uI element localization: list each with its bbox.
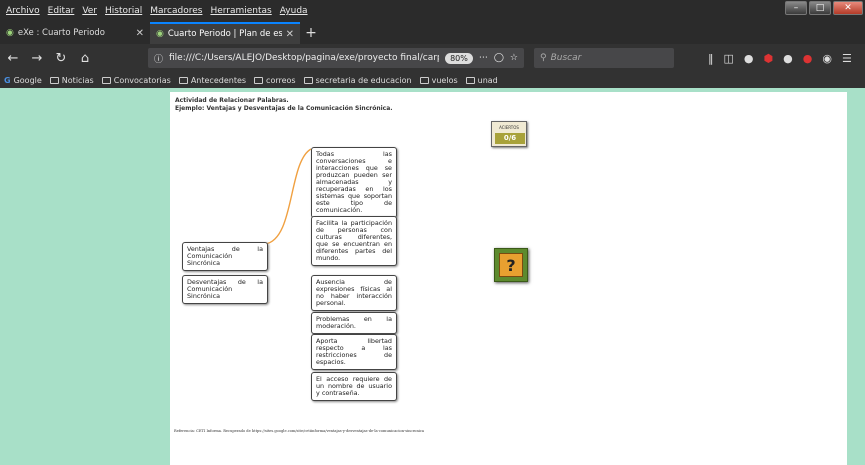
menu-editar[interactable]: Editar [44, 6, 79, 16]
bookmark-label: correos [266, 75, 296, 85]
browser-chrome: Archivo Editar Ver Historial Marcadores … [0, 0, 865, 88]
right-card[interactable]: Aporta libertad respecto a las restricci… [311, 334, 397, 370]
activity-title-line1: Actividad de Relacionar Palabras. [175, 97, 289, 104]
right-card[interactable]: Ausencia de expresiones físicas al no ha… [311, 275, 397, 311]
folder-icon [303, 76, 313, 84]
bookmarks-bar: G Google Noticias Convocatorias Antecede… [0, 72, 865, 88]
close-window-button[interactable]: ✕ [833, 1, 863, 15]
forward-icon[interactable]: → [28, 49, 46, 67]
bookmark-noticias[interactable]: Noticias [49, 75, 94, 85]
score-label: ACIERTOS [499, 125, 519, 130]
menu-icon[interactable]: ☰ [842, 52, 852, 65]
google-icon: G [4, 75, 11, 85]
question-icon: ? [499, 253, 523, 277]
search-icon: ⚲ [540, 53, 547, 63]
folder-icon [465, 76, 475, 84]
menu-bar: Archivo Editar Ver Historial Marcadores … [0, 0, 865, 22]
reload-icon[interactable]: ↻ [52, 49, 70, 67]
bookmark-label: Convocatorias [113, 75, 171, 85]
folder-icon [49, 76, 59, 84]
help-button[interactable]: ? [494, 248, 528, 282]
page-actions-icon[interactable]: ⋯ [479, 53, 488, 63]
tab-title: Cuarto Periodo | Plan de estud [167, 29, 282, 39]
library-icon[interactable]: ‖ [708, 52, 714, 65]
toolbar-icons: ‖ ◫ ● ⬢ ● ● ◉ ☰ [708, 48, 852, 68]
page-content: Actividad de Relacionar Palabras. Ejempl… [170, 92, 847, 465]
maximize-button[interactable]: □ [809, 1, 831, 15]
url-text: file:///C:/Users/ALEJO/Desktop/pagina/ex… [169, 53, 440, 63]
zoom-level[interactable]: 80% [445, 52, 473, 64]
bookmark-label: unad [477, 75, 498, 85]
right-card[interactable]: El acceso requiere de un nombre de usuar… [311, 372, 397, 401]
search-placeholder: Buscar [550, 53, 582, 63]
reference-text: Referencia: CETI Informa. Recuperado de … [174, 429, 425, 433]
tab-exe-cuarto-periodo[interactable]: ◉ eXe : Cuarto Periodo ✕ [0, 22, 150, 44]
folder-icon [178, 76, 188, 84]
close-icon[interactable]: ✕ [286, 29, 294, 40]
bookmark-vuelos[interactable]: vuelos [419, 75, 458, 85]
menu-herramientas[interactable]: Herramientas [206, 6, 275, 16]
menu-archivo[interactable]: Archivo [2, 6, 44, 16]
sidebar-icon[interactable]: ◫ [724, 52, 734, 65]
menu-ver[interactable]: Ver [78, 6, 101, 16]
tab-plan-de-estudio[interactable]: ◉ Cuarto Periodo | Plan de estud ✕ [150, 22, 300, 44]
search-input[interactable]: ⚲ Buscar [534, 48, 674, 68]
right-card[interactable]: Problemas en la moderación. [311, 312, 397, 334]
match-connector-line [264, 148, 312, 245]
minimize-button[interactable]: – [785, 1, 807, 15]
adblock-icon[interactable]: ⬢ [764, 52, 774, 65]
new-tab-button[interactable]: + [300, 22, 322, 44]
bookmark-unad[interactable]: unad [465, 75, 498, 85]
close-icon[interactable]: ✕ [136, 28, 144, 39]
bookmark-star-icon[interactable]: ☆ [510, 53, 518, 63]
score-box: ACIERTOS 0/6 [491, 121, 527, 147]
menu-marcadores[interactable]: Marcadores [146, 6, 206, 16]
page-icon: ◉ [156, 29, 164, 39]
bookmark-correos[interactable]: correos [254, 76, 296, 85]
bookmark-label: Antecedentes [190, 75, 247, 85]
score-value: 0/6 [495, 133, 525, 144]
bookmark-antecedentes[interactable]: Antecedentes [178, 75, 247, 85]
left-card[interactable]: Desventajas de la Comunicación Sincrónic… [182, 275, 268, 304]
menu-ayuda[interactable]: Ayuda [276, 6, 312, 16]
url-bar[interactable]: ⓘ file:///C:/Users/ALEJO/Desktop/pagina/… [148, 48, 524, 68]
bookmark-google[interactable]: G Google [4, 76, 42, 85]
folder-icon [101, 76, 111, 84]
exe-icon: ◉ [6, 28, 14, 38]
folder-icon [254, 76, 264, 84]
extension-icon[interactable]: ◉ [822, 52, 832, 65]
home-icon[interactable]: ⌂ [76, 49, 94, 67]
left-card[interactable]: Ventajas de la Comunicación Sincrónica [182, 242, 268, 271]
right-card[interactable]: Facilita la participación de personas co… [311, 216, 397, 266]
right-card[interactable]: Todas las conversaciones e interacciones… [311, 147, 397, 218]
menu-historial[interactable]: Historial [101, 6, 146, 16]
pocket-icon[interactable]: ◯ [494, 53, 504, 63]
bookmark-label: secretaria de educacion [315, 75, 412, 85]
bookmark-label: Google [13, 75, 42, 85]
info-icon[interactable]: ⓘ [154, 52, 163, 65]
tab-bar: ◉ eXe : Cuarto Periodo ✕ ◉ Cuarto Period… [0, 22, 865, 44]
tab-title: eXe : Cuarto Periodo [17, 28, 105, 38]
extension-icon[interactable]: ● [744, 52, 754, 65]
extension-icon[interactable]: ● [803, 52, 813, 65]
bookmark-secretaria[interactable]: secretaria de educacion [303, 75, 412, 85]
bookmark-label: Noticias [61, 75, 94, 85]
bookmark-label: vuelos [431, 75, 458, 85]
extension-icon[interactable]: ● [783, 52, 793, 65]
window-controls: – □ ✕ [785, 1, 863, 15]
activity-title: Actividad de Relacionar Palabras. Ejempl… [175, 97, 393, 113]
back-icon[interactable]: ← [4, 49, 22, 67]
bookmark-convocatorias[interactable]: Convocatorias [101, 75, 171, 85]
folder-icon [419, 76, 429, 84]
activity-title-line2: Ejemplo: Ventajas y Desventajas de la Co… [175, 105, 393, 112]
